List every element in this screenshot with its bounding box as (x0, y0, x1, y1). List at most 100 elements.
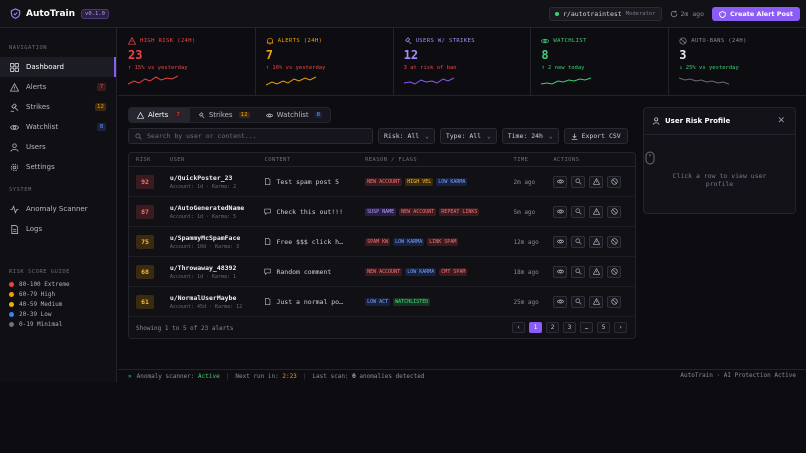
previous-page-button[interactable]: ‹ (512, 322, 525, 333)
type-filter-select[interactable]: Type: All ⌄ (439, 128, 497, 144)
table-row[interactable]: 75 u/SpammyMcSpamFace Account: 10d · Karm… (129, 227, 635, 257)
refresh-icon (670, 10, 677, 18)
watch-action-button[interactable] (571, 205, 586, 218)
column-header-content[interactable]: CONTENT (264, 157, 365, 163)
username-link[interactable]: u/NormalUserMaybe (170, 294, 265, 302)
table-row[interactable]: 92 u/QuickPoster_23 Account: 1d · Karma: … (129, 167, 635, 197)
username-link[interactable]: u/SpammyMcSpamFace (170, 234, 265, 242)
sparkline (128, 75, 178, 85)
stat-card-alerts[interactable]: ALERTS (24H) 7 ↑ 16% vs yesterday (256, 28, 394, 95)
view-action-button[interactable] (553, 175, 568, 188)
filter-bar: Risk: All⌄ Type: All⌄ Time: 24h⌄ Export … (128, 128, 636, 144)
strike-action-button[interactable] (589, 175, 604, 188)
sidebar-item-dashboard[interactable]: Dashboard (0, 57, 116, 77)
view-action-button[interactable] (553, 295, 568, 308)
ban-action-button[interactable] (607, 265, 622, 278)
next-page-button[interactable]: › (614, 322, 627, 333)
ban-action-button[interactable] (607, 235, 622, 248)
content-preview[interactable]: Check this out!!! (276, 208, 343, 216)
refresh-button[interactable]: 2m ago (670, 10, 704, 18)
username-link[interactable]: u/Throwaway_48392 (170, 264, 265, 272)
table-row[interactable]: 68 u/Throwaway_48392 Account: 1d · Karma:… (129, 257, 635, 287)
view-action-button[interactable] (553, 205, 568, 218)
last-refreshed: 2m ago (680, 10, 704, 18)
view-icon (556, 179, 564, 184)
table-row[interactable]: 61 u/NormalUserMaybe Account: 45d · Karma… (129, 287, 635, 317)
app-name: AutoTrain (26, 8, 76, 19)
time-filter-select[interactable]: Time: 24h ⌄ (501, 128, 559, 144)
scanner-status: Active (198, 372, 220, 380)
username-link[interactable]: u/AutoGeneratedName (170, 204, 265, 212)
ban-action-button[interactable] (607, 295, 622, 308)
stat-card-high-risk[interactable]: HIGH RISK (24H) 23 ↑ 15% vs yesterday (118, 28, 256, 95)
risk-guide-item: 0-19 Minimal (0, 319, 116, 329)
stat-card-watchlist[interactable]: WATCHLIST 8 ↑ 2 new today (531, 28, 670, 95)
tab-strikes[interactable]: Strikes 12 (190, 108, 258, 122)
post-icon (265, 178, 271, 185)
sidebar-item-alerts[interactable]: Alerts 7 (0, 77, 116, 97)
strike-action-button[interactable] (589, 295, 604, 308)
app-logo[interactable]: AutoTrain v0.1.0 (10, 8, 109, 19)
watch-action-button[interactable] (571, 175, 586, 188)
flag-tag: NEW ACCOUNT (399, 208, 437, 216)
stat-value: 3 (679, 48, 687, 62)
ban-icon (611, 268, 618, 275)
stat-card-users-with-strikes[interactable]: USERS W/ STRIKES 12 3 at risk of ban (394, 28, 532, 95)
ban-action-button[interactable] (607, 205, 622, 218)
sidebar-item-label: Anomaly Scanner (26, 205, 88, 213)
close-icon[interactable]: ✕ (777, 116, 785, 126)
sidebar-item-label: Users (26, 143, 46, 151)
watch-action-button[interactable] (571, 295, 586, 308)
search-input[interactable] (147, 132, 367, 140)
user-icon (10, 142, 19, 152)
column-header-user[interactable]: USER (170, 157, 265, 163)
strike-action-button[interactable] (589, 265, 604, 278)
sidebar: NAVIGATION Dashboard Alerts 7 Strikes 12… (0, 28, 117, 382)
strike-action-button[interactable] (589, 205, 604, 218)
page-button[interactable]: 1 (529, 322, 542, 333)
content-preview[interactable]: Test spam post 5 (276, 178, 339, 186)
sidebar-item-watchlist[interactable]: Watchlist 8 (0, 117, 116, 137)
content-preview[interactable]: Random comment (276, 268, 331, 276)
sparkline (265, 76, 316, 86)
subreddit-selector[interactable]: r/autotraintest Moderator (549, 7, 662, 21)
view-icon (556, 269, 564, 274)
nav-section-title: NAVIGATION (9, 45, 48, 51)
column-header-reason[interactable]: REASON / FLAGS (365, 157, 513, 163)
sidebar-item-strikes[interactable]: Strikes 12 (0, 97, 116, 117)
page-button[interactable]: 3 (563, 322, 576, 333)
sidebar-item-settings[interactable]: Settings (0, 157, 116, 177)
content-preview[interactable]: Just a normal po… (276, 298, 343, 306)
tab-watchlist[interactable]: Watchlist 8 (258, 108, 331, 122)
tab-count: 12 (238, 112, 250, 118)
pulse-icon (10, 204, 19, 214)
ban-action-button[interactable] (607, 175, 622, 188)
watch-action-button[interactable] (571, 265, 586, 278)
page-button[interactable]: 5 (597, 322, 610, 333)
create-alert-post-button[interactable]: Create Alert Post (712, 7, 800, 21)
warning-icon (137, 111, 144, 119)
table-row[interactable]: 87 u/AutoGeneratedName Account: 1d · Karm… (129, 197, 635, 227)
sidebar-item-logs[interactable]: Logs (0, 219, 116, 239)
export-csv-button[interactable]: Export CSV (563, 128, 628, 144)
view-action-button[interactable] (553, 235, 568, 248)
top-bar: AutoTrain v0.1.0 r/autotraintest Moderat… (0, 0, 806, 28)
stat-label: USERS W/ STRIKES (415, 38, 475, 44)
watch-icon (575, 298, 582, 305)
column-header-time[interactable]: TIME (513, 157, 553, 163)
stat-card-auto-bans[interactable]: AUTO-BANS (24H) 3 ↓ 25% vs yesterday (669, 28, 806, 95)
strike-action-button[interactable] (589, 235, 604, 248)
view-action-button[interactable] (553, 265, 568, 278)
warning-icon (10, 82, 19, 92)
watch-action-button[interactable] (571, 235, 586, 248)
risk-filter-select[interactable]: Risk: All ⌄ (378, 128, 435, 144)
sidebar-item-anomaly-scanner[interactable]: Anomaly Scanner (0, 199, 116, 219)
risk-guide-title: RISK SCORE GUIDE (9, 269, 70, 275)
username-link[interactable]: u/QuickPoster_23 (170, 174, 265, 182)
content-preview[interactable]: Free $$$ click h… (276, 238, 343, 246)
tab-alerts[interactable]: Alerts 7 (129, 108, 190, 122)
column-header-risk[interactable]: RISK (129, 157, 170, 163)
sidebar-item-users[interactable]: Users (0, 137, 116, 157)
table-footer: Showing 1 to 5 of 23 alerts ‹ 1 2 3 … 5 › (129, 318, 635, 338)
page-button[interactable]: 2 (546, 322, 559, 333)
